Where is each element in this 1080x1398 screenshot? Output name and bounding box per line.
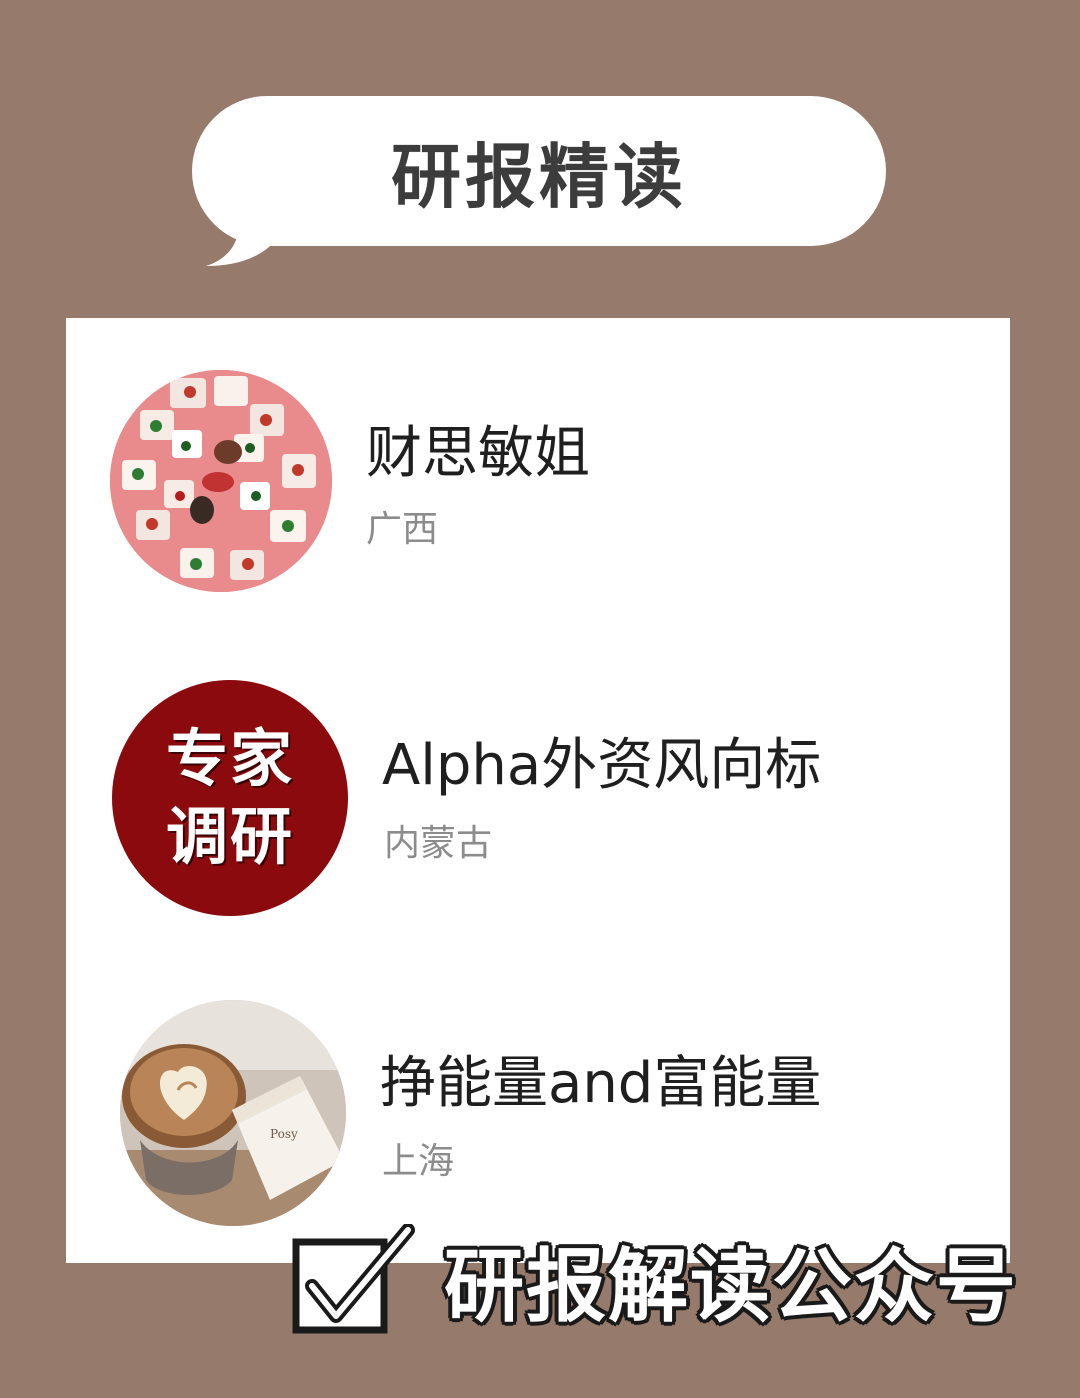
avatar: 专家 调研: [112, 680, 348, 916]
list-item[interactable]: 财思敏姐 广西: [66, 368, 1010, 598]
account-location: 广西: [366, 509, 439, 550]
page-title: 研报精读: [391, 135, 687, 218]
account-location: 上海: [382, 1141, 455, 1182]
avatar-text-line1: 专家: [165, 722, 294, 795]
svg-text:Posy: Posy: [270, 1127, 298, 1141]
account-location: 内蒙古: [384, 823, 493, 864]
header-bubble-body: 研报精读: [192, 96, 886, 246]
avatar: Posy: [120, 1000, 346, 1226]
checkbox-checked-icon: [292, 1224, 415, 1334]
account-list-card: 财思敏姐 广西 专家 调研 Alpha外资风向标 内蒙古 Posy 挣能量and…: [66, 318, 1010, 1263]
account-name: 挣能量and富能量: [380, 1051, 822, 1116]
avatar-text-line2: 调研: [165, 800, 294, 873]
footer-caption-text: 研报解读公众号: [444, 1240, 1018, 1333]
account-name: Alpha外资风向标: [382, 733, 822, 798]
header-bubble: 研报精读: [192, 96, 886, 271]
footer-caption: 研报解读公众号: [292, 1222, 1018, 1338]
avatar: [110, 370, 332, 592]
list-item[interactable]: Posy 挣能量and富能量 上海: [66, 998, 1010, 1228]
sticker-collage-image: [110, 370, 332, 592]
list-item[interactable]: 专家 调研 Alpha外资风向标 内蒙古: [66, 680, 1010, 920]
account-name: 财思敏姐: [366, 421, 590, 486]
latte-photo-image: Posy: [120, 1000, 346, 1226]
